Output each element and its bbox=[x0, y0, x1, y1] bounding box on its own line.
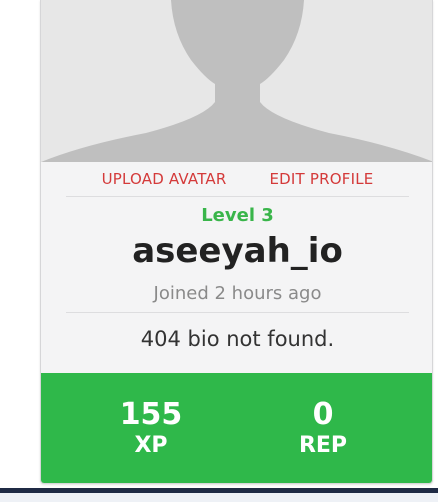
xp-label: XP bbox=[134, 433, 168, 458]
bio-text: 404 bio not found. bbox=[140, 327, 335, 351]
profile-card: UPLOAD AVATAR EDIT PROFILE Level 3 aseey… bbox=[40, 0, 433, 484]
rep-stat: 0 REP bbox=[253, 398, 393, 460]
profile-actions: UPLOAD AVATAR EDIT PROFILE bbox=[66, 168, 409, 197]
rep-value: 0 bbox=[312, 397, 334, 432]
stats-panel: 155 XP 0 REP bbox=[41, 373, 432, 483]
xp-value: 155 bbox=[119, 397, 183, 432]
joined-time: Joined 2 hours ago bbox=[153, 283, 322, 304]
edit-profile-link[interactable]: EDIT PROFILE bbox=[269, 168, 373, 190]
bottom-bar bbox=[0, 488, 438, 502]
divider bbox=[66, 312, 409, 313]
default-user-avatar-icon bbox=[41, 0, 432, 162]
username: aseeyah_io bbox=[132, 231, 343, 271]
rep-label: REP bbox=[298, 433, 348, 458]
upload-avatar-link[interactable]: UPLOAD AVATAR bbox=[102, 168, 227, 190]
xp-stat: 155 XP bbox=[81, 398, 221, 460]
bottom-bar-strip bbox=[0, 493, 438, 502]
profile-page: UPLOAD AVATAR EDIT PROFILE Level 3 aseey… bbox=[0, 0, 438, 502]
level-label: Level 3 bbox=[201, 205, 274, 226]
avatar bbox=[41, 0, 432, 162]
